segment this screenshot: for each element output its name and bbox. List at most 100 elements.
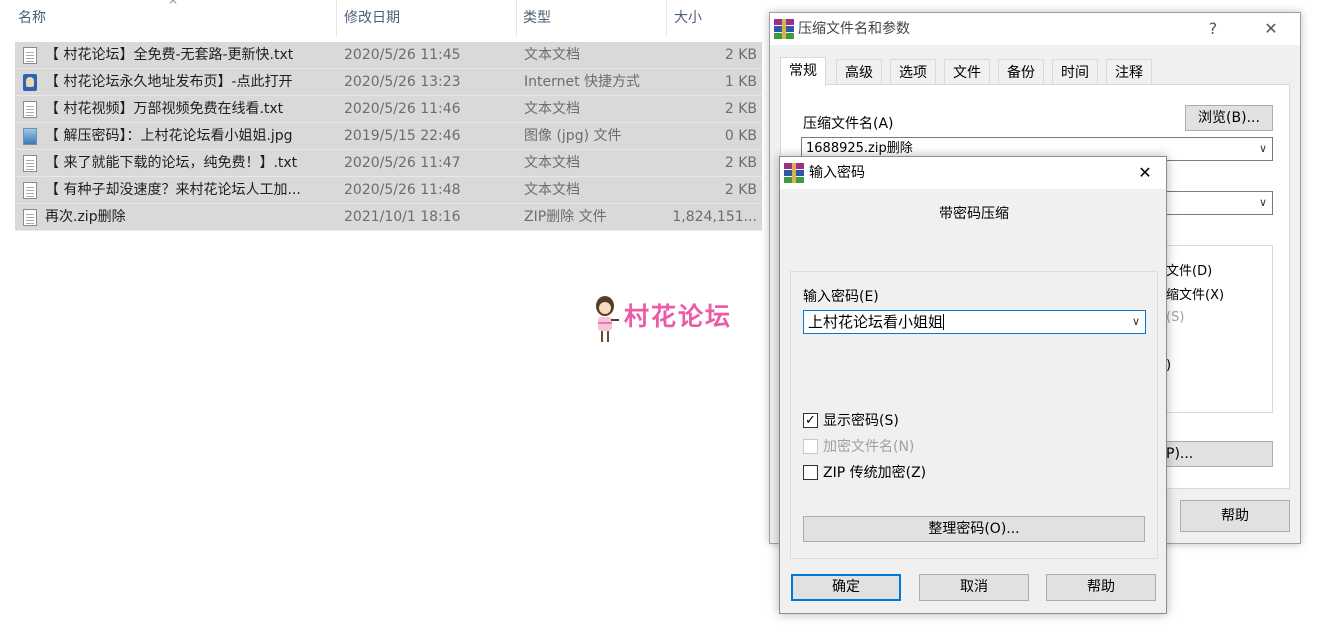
tab-general[interactable]: 常规 — [780, 57, 826, 86]
text-file-icon — [23, 209, 37, 226]
tab-backup[interactable]: 备份 — [998, 59, 1044, 85]
password-value: 上村花论坛看小姐姐 — [808, 313, 944, 331]
file-type: 文本文档 — [524, 182, 580, 198]
dialog-title: 压缩文件名和参数 — [798, 21, 910, 37]
file-date: 2020/5/26 11:46 — [344, 101, 461, 117]
file-name: 【 有种子却没速度？来村花论坛人工加... — [45, 182, 301, 198]
file-row[interactable]: 【 有种子却没速度？来村花论坛人工加... 2020/5/26 11:48 文本… — [15, 177, 762, 204]
close-icon[interactable]: ✕ — [1248, 13, 1294, 45]
close-icon[interactable]: ✕ — [1122, 157, 1168, 189]
image-file-icon — [23, 128, 37, 145]
file-row[interactable]: 【 村花论坛】全免费-无套路-更新快.txt 2020/5/26 11:45 文… — [15, 42, 762, 69]
option-label[interactable]: 文件(D) — [1166, 260, 1212, 279]
tab-comment[interactable]: 注释 — [1106, 59, 1152, 85]
column-divider[interactable] — [666, 0, 667, 36]
file-row[interactable]: 【 解压密码】：上村花论坛看小姐姐.jpg 2019/5/15 22:46 图像… — [15, 123, 762, 150]
file-row[interactable]: 【 来了就能下载的论坛，纯免费！】.txt 2020/5/26 11:47 文本… — [15, 150, 762, 177]
file-row[interactable]: 再次.zip删除 2021/10/1 18:16 ZIP删除 文件 1,824,… — [15, 204, 762, 231]
tab-advanced[interactable]: 高级 — [836, 59, 882, 85]
file-date: 2020/5/26 13:23 — [344, 74, 461, 90]
format-combobox[interactable]: ∨ — [1161, 191, 1273, 215]
text-file-icon — [23, 182, 37, 199]
file-type: ZIP删除 文件 — [524, 209, 607, 225]
file-name: 【 村花论坛永久地址发布页】-点此打开 — [45, 74, 293, 90]
dialog-titlebar[interactable]: 压缩文件名和参数 ? ✕ — [770, 13, 1300, 45]
update-options-group: 文件(D) 缩文件(X) (S) ) — [1161, 245, 1273, 413]
checkbox-icon — [803, 439, 818, 454]
file-date: 2019/5/15 22:46 — [344, 128, 461, 144]
password-dialog: 输入密码 ✕ 带密码压缩 输入密码(E) 上村花论坛看小姐姐 ∨ ✓ 显示密码(… — [779, 156, 1167, 614]
tab-options[interactable]: 选项 — [890, 59, 936, 85]
internet-shortcut-icon — [23, 74, 37, 91]
file-date: 2021/10/1 18:16 — [344, 209, 461, 225]
password-group: 输入密码(E) 上村花论坛看小姐姐 ∨ ✓ 显示密码(S) 加密文件名(N) Z… — [790, 271, 1158, 559]
file-date: 2020/5/26 11:45 — [344, 47, 461, 63]
checkbox-icon[interactable] — [803, 465, 818, 480]
checkbox-label: 显示密码(S) — [823, 413, 899, 429]
file-explorer: ^ 名称 修改日期 类型 大小 【 村花论坛】全免费-无套路-更新快.txt 2… — [0, 0, 770, 638]
file-size: 1,824,151... — [672, 209, 757, 225]
tab-files[interactable]: 文件 — [944, 59, 990, 85]
file-name: 【 来了就能下载的论坛，纯免费！】.txt — [45, 155, 298, 171]
file-size: 2 KB — [724, 155, 757, 171]
file-list: 【 村花论坛】全免费-无套路-更新快.txt 2020/5/26 11:45 文… — [15, 42, 762, 231]
text-file-icon — [23, 155, 37, 172]
option-label: (S) — [1166, 310, 1185, 325]
file-size: 2 KB — [724, 101, 757, 117]
column-type[interactable]: 类型 — [517, 0, 657, 36]
archive-name-value: 1688925.zip删除 — [806, 141, 913, 156]
checkbox-label: ZIP 传统加密(Z) — [823, 465, 927, 481]
file-type: 文本文档 — [524, 155, 580, 171]
dialog-heading: 带密码压缩 — [939, 206, 1009, 222]
file-size: 1 KB — [724, 74, 757, 90]
column-size[interactable]: 大小 — [668, 0, 758, 36]
file-type: 文本文档 — [524, 47, 580, 63]
file-type: 文本文档 — [524, 101, 580, 117]
option-label[interactable]: 缩文件(X) — [1166, 284, 1224, 303]
chevron-down-icon[interactable]: ∨ — [1259, 192, 1267, 214]
watermark-logo: 村花论坛 — [592, 295, 752, 345]
ok-button[interactable]: 确定 — [791, 574, 901, 601]
winrar-icon — [774, 19, 794, 39]
file-date: 2020/5/26 11:47 — [344, 155, 461, 171]
file-type: 图像 (jpg) 文件 — [524, 128, 622, 144]
column-name[interactable]: 名称 — [12, 0, 332, 36]
column-divider[interactable] — [336, 0, 337, 36]
tab-time[interactable]: 时间 — [1052, 59, 1098, 85]
chevron-down-icon[interactable]: ∨ — [1132, 311, 1140, 333]
winrar-icon — [784, 163, 804, 183]
file-name: 【 村花论坛】全免费-无套路-更新快.txt — [45, 47, 294, 63]
password-label: 输入密码(E) — [803, 289, 879, 305]
password-input[interactable]: 上村花论坛看小姐姐 ∨ — [803, 310, 1146, 334]
text-caret — [943, 314, 945, 330]
browse-button[interactable]: 浏览(B)... — [1185, 105, 1273, 131]
logo-text: 村花论坛 — [624, 302, 733, 331]
archive-name-label: 压缩文件名(A) — [803, 116, 894, 132]
checkbox-label: 加密文件名(N) — [823, 439, 915, 455]
chevron-down-icon[interactable]: ∨ — [1259, 138, 1267, 160]
file-date: 2020/5/26 11:48 — [344, 182, 461, 198]
text-file-icon — [23, 47, 37, 64]
column-date[interactable]: 修改日期 — [338, 0, 508, 36]
organize-passwords-button[interactable]: 整理密码(O)... — [803, 516, 1145, 542]
file-name: 【 村花视频】万部视频免费在线看.txt — [45, 101, 284, 117]
file-name: 【 解压密码】：上村花论坛看小姐姐.jpg — [45, 128, 293, 144]
file-row[interactable]: 【 村花论坛永久地址发布页】-点此打开 2020/5/26 13:23 Inte… — [15, 69, 762, 96]
set-password-button[interactable]: P)... — [1161, 441, 1273, 467]
file-type: Internet 快捷方式 — [524, 74, 641, 90]
help-button[interactable]: 帮助 — [1046, 574, 1156, 601]
file-name: 再次.zip删除 — [45, 209, 126, 225]
help-button[interactable]: 帮助 — [1180, 500, 1290, 532]
file-size: 2 KB — [724, 47, 757, 63]
text-file-icon — [23, 101, 37, 118]
help-icon[interactable]: ? — [1190, 13, 1236, 45]
file-size: 0 KB — [724, 128, 757, 144]
dialog-titlebar[interactable]: 输入密码 ✕ — [780, 157, 1166, 189]
cartoon-girl-icon — [596, 296, 619, 342]
checkbox-checked-icon[interactable]: ✓ — [803, 413, 818, 428]
file-size: 2 KB — [724, 182, 757, 198]
dialog-title: 输入密码 — [809, 165, 865, 181]
file-row[interactable]: 【 村花视频】万部视频免费在线看.txt 2020/5/26 11:46 文本文… — [15, 96, 762, 123]
cancel-button[interactable]: 取消 — [919, 574, 1029, 601]
column-header: ^ 名称 修改日期 类型 大小 — [0, 0, 770, 36]
